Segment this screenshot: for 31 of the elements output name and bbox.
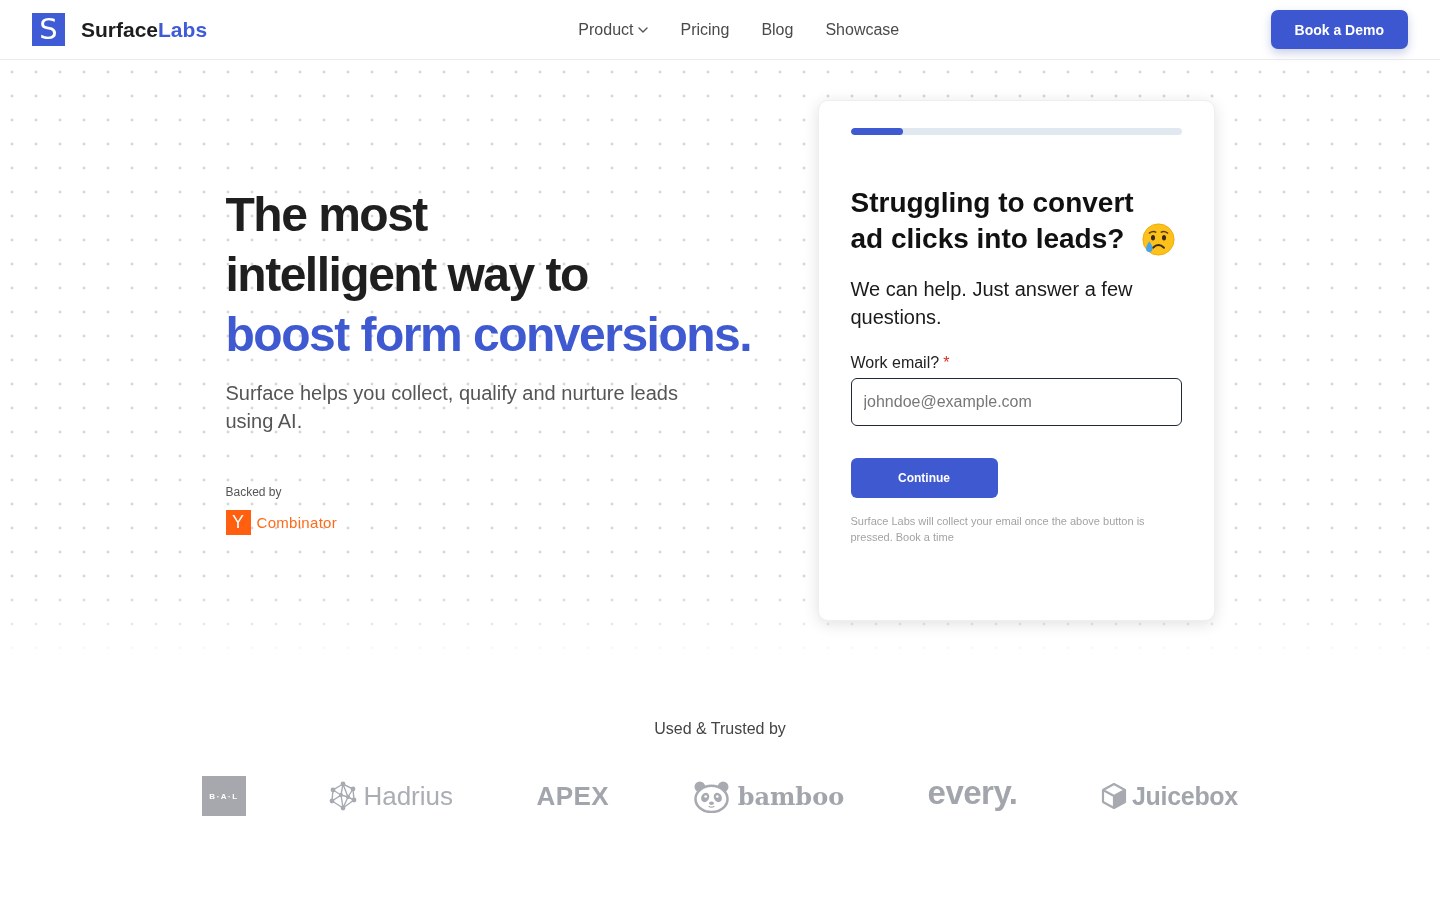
logo-wordmark: Combinator <box>256 514 338 531</box>
backed-by-label: Backed by <box>225 484 282 500</box>
card-heading: Struggling to convert ad clicks into leads? <box>850 185 1134 256</box>
network-icon <box>329 781 358 811</box>
continue-button[interactable]: Continue <box>850 457 998 498</box>
nav-link[interactable]: Product <box>578 20 649 39</box>
logo-wordmark: bamboo <box>737 781 845 811</box>
logo-wordmark: APEX <box>536 780 610 812</box>
card-intro: We can help. Just answer a few questions. <box>850 276 1134 330</box>
cube-icon <box>1100 782 1127 810</box>
nav-link[interactable]: Pricing <box>680 20 730 39</box>
logo-tile: B·A·L <box>202 776 246 816</box>
logo-wordmark: every. <box>927 774 1018 812</box>
hero-heading: The most intelligent way to boost form conversions. <box>225 187 753 363</box>
logo-wordmark: Hadrius <box>363 780 453 812</box>
brand-name[interactable]: SurfaceLabs <box>81 17 208 42</box>
logo-wordmark: Juicebox <box>1131 781 1238 811</box>
logo-mark[interactable]: S <box>32 13 65 46</box>
logo-tile: Y <box>225 510 251 535</box>
nav-link[interactable]: Blog <box>761 20 794 39</box>
book-demo-button[interactable]: Book a Demo <box>1270 10 1408 49</box>
section-heading: Used & Trusted by <box>653 720 787 738</box>
disclaimer-text: Surface Labs will collect your email once the above button is pressed. Book a time <box>850 513 1146 545</box>
field-label: Work email? <box>850 352 940 373</box>
crying-face-icon <box>1141 222 1175 256</box>
nav-link[interactable]: Showcase <box>825 20 900 39</box>
panda-icon <box>692 779 730 813</box>
required-mark: * <box>943 352 950 373</box>
chevron-down-icon <box>638 26 649 33</box>
email-input[interactable]: johndoe@example.com <box>850 377 1182 426</box>
hero-subtitle: Surface helps you collect, qualify and nurture leads using AI. <box>225 381 679 434</box>
